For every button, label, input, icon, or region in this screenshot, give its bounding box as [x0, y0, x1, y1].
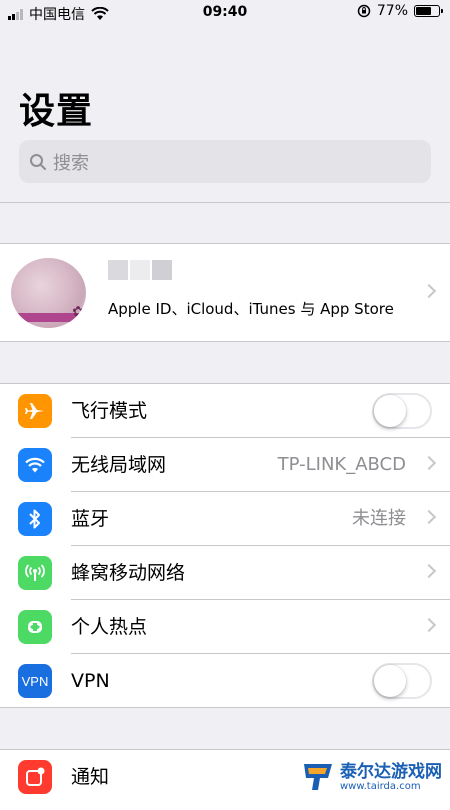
vpn-toggle[interactable]: [372, 663, 432, 699]
status-bar: 中国电信 09:40 77%: [0, 0, 450, 26]
watermark: 泰尔达游戏网 www.tairda.com: [300, 760, 442, 794]
battery-percent: 77%: [376, 3, 408, 19]
avatar: ✿: [11, 258, 86, 328]
chevron-right-icon: [421, 563, 437, 579]
chevron-right-icon: [421, 455, 437, 471]
row-label: 个人热点: [71, 616, 148, 638]
connectivity-group: 飞行模式 无线局域网 TP-LINK_ABCD 蓝牙 未连接 蜂窝移动网络 个人: [0, 383, 450, 708]
watermark-name: 泰尔达游戏网: [340, 761, 442, 782]
row-value: 未连接: [352, 508, 406, 529]
search-placeholder: 搜索: [53, 152, 89, 174]
row-label: 飞行模式: [71, 400, 148, 422]
row-label: 蜂窝移动网络: [71, 562, 186, 584]
status-right: 77%: [357, 3, 443, 19]
chevron-right-icon: [421, 509, 437, 525]
apple-id-subtitle: Apple ID、iCloud、iTunes 与 App Store: [108, 300, 394, 318]
hotspot-icon: [18, 610, 52, 644]
settings-row-bluetooth[interactable]: 蓝牙 未连接: [0, 492, 450, 546]
divider: [0, 202, 450, 203]
profile-name-blurred: [108, 260, 172, 280]
page-title: 设置: [19, 91, 94, 132]
watermark-logo-icon: [304, 764, 332, 790]
settings-row-wlan[interactable]: 无线局域网 TP-LINK_ABCD: [0, 438, 450, 492]
settings-row-vpn[interactable]: VPN VPN: [0, 654, 450, 708]
battery-level: [416, 7, 432, 15]
watermark-url: www.tairda.com: [340, 780, 421, 792]
cellular-icon: [18, 556, 52, 590]
battery-icon: [414, 5, 443, 17]
apple-id-row[interactable]: ✿: [0, 243, 450, 342]
wifi-icon: [18, 448, 52, 482]
bluetooth-icon: [18, 502, 52, 536]
settings-row-personal-hotspot[interactable]: 个人热点: [0, 600, 450, 654]
settings-row-cellular[interactable]: 蜂窝移动网络: [0, 546, 450, 600]
row-label: 无线局域网: [71, 454, 167, 476]
vpn-icon: VPN: [18, 664, 52, 698]
settings-row-airplane-mode[interactable]: 飞行模式: [0, 384, 450, 438]
chevron-right-icon: [421, 617, 437, 633]
search-icon: [30, 153, 46, 170]
airplane-mode-toggle[interactable]: [372, 393, 432, 429]
notifications-icon: [18, 760, 52, 794]
search-bar[interactable]: 搜索: [19, 140, 431, 183]
row-value: TP-LINK_ABCD: [277, 454, 406, 475]
row-label: 蓝牙: [71, 508, 110, 530]
chevron-right-icon: [421, 283, 437, 299]
row-label: 通知: [71, 766, 110, 788]
airplane-icon: [18, 394, 52, 428]
row-label: VPN: [71, 670, 110, 692]
orientation-lock-icon: [357, 4, 371, 18]
